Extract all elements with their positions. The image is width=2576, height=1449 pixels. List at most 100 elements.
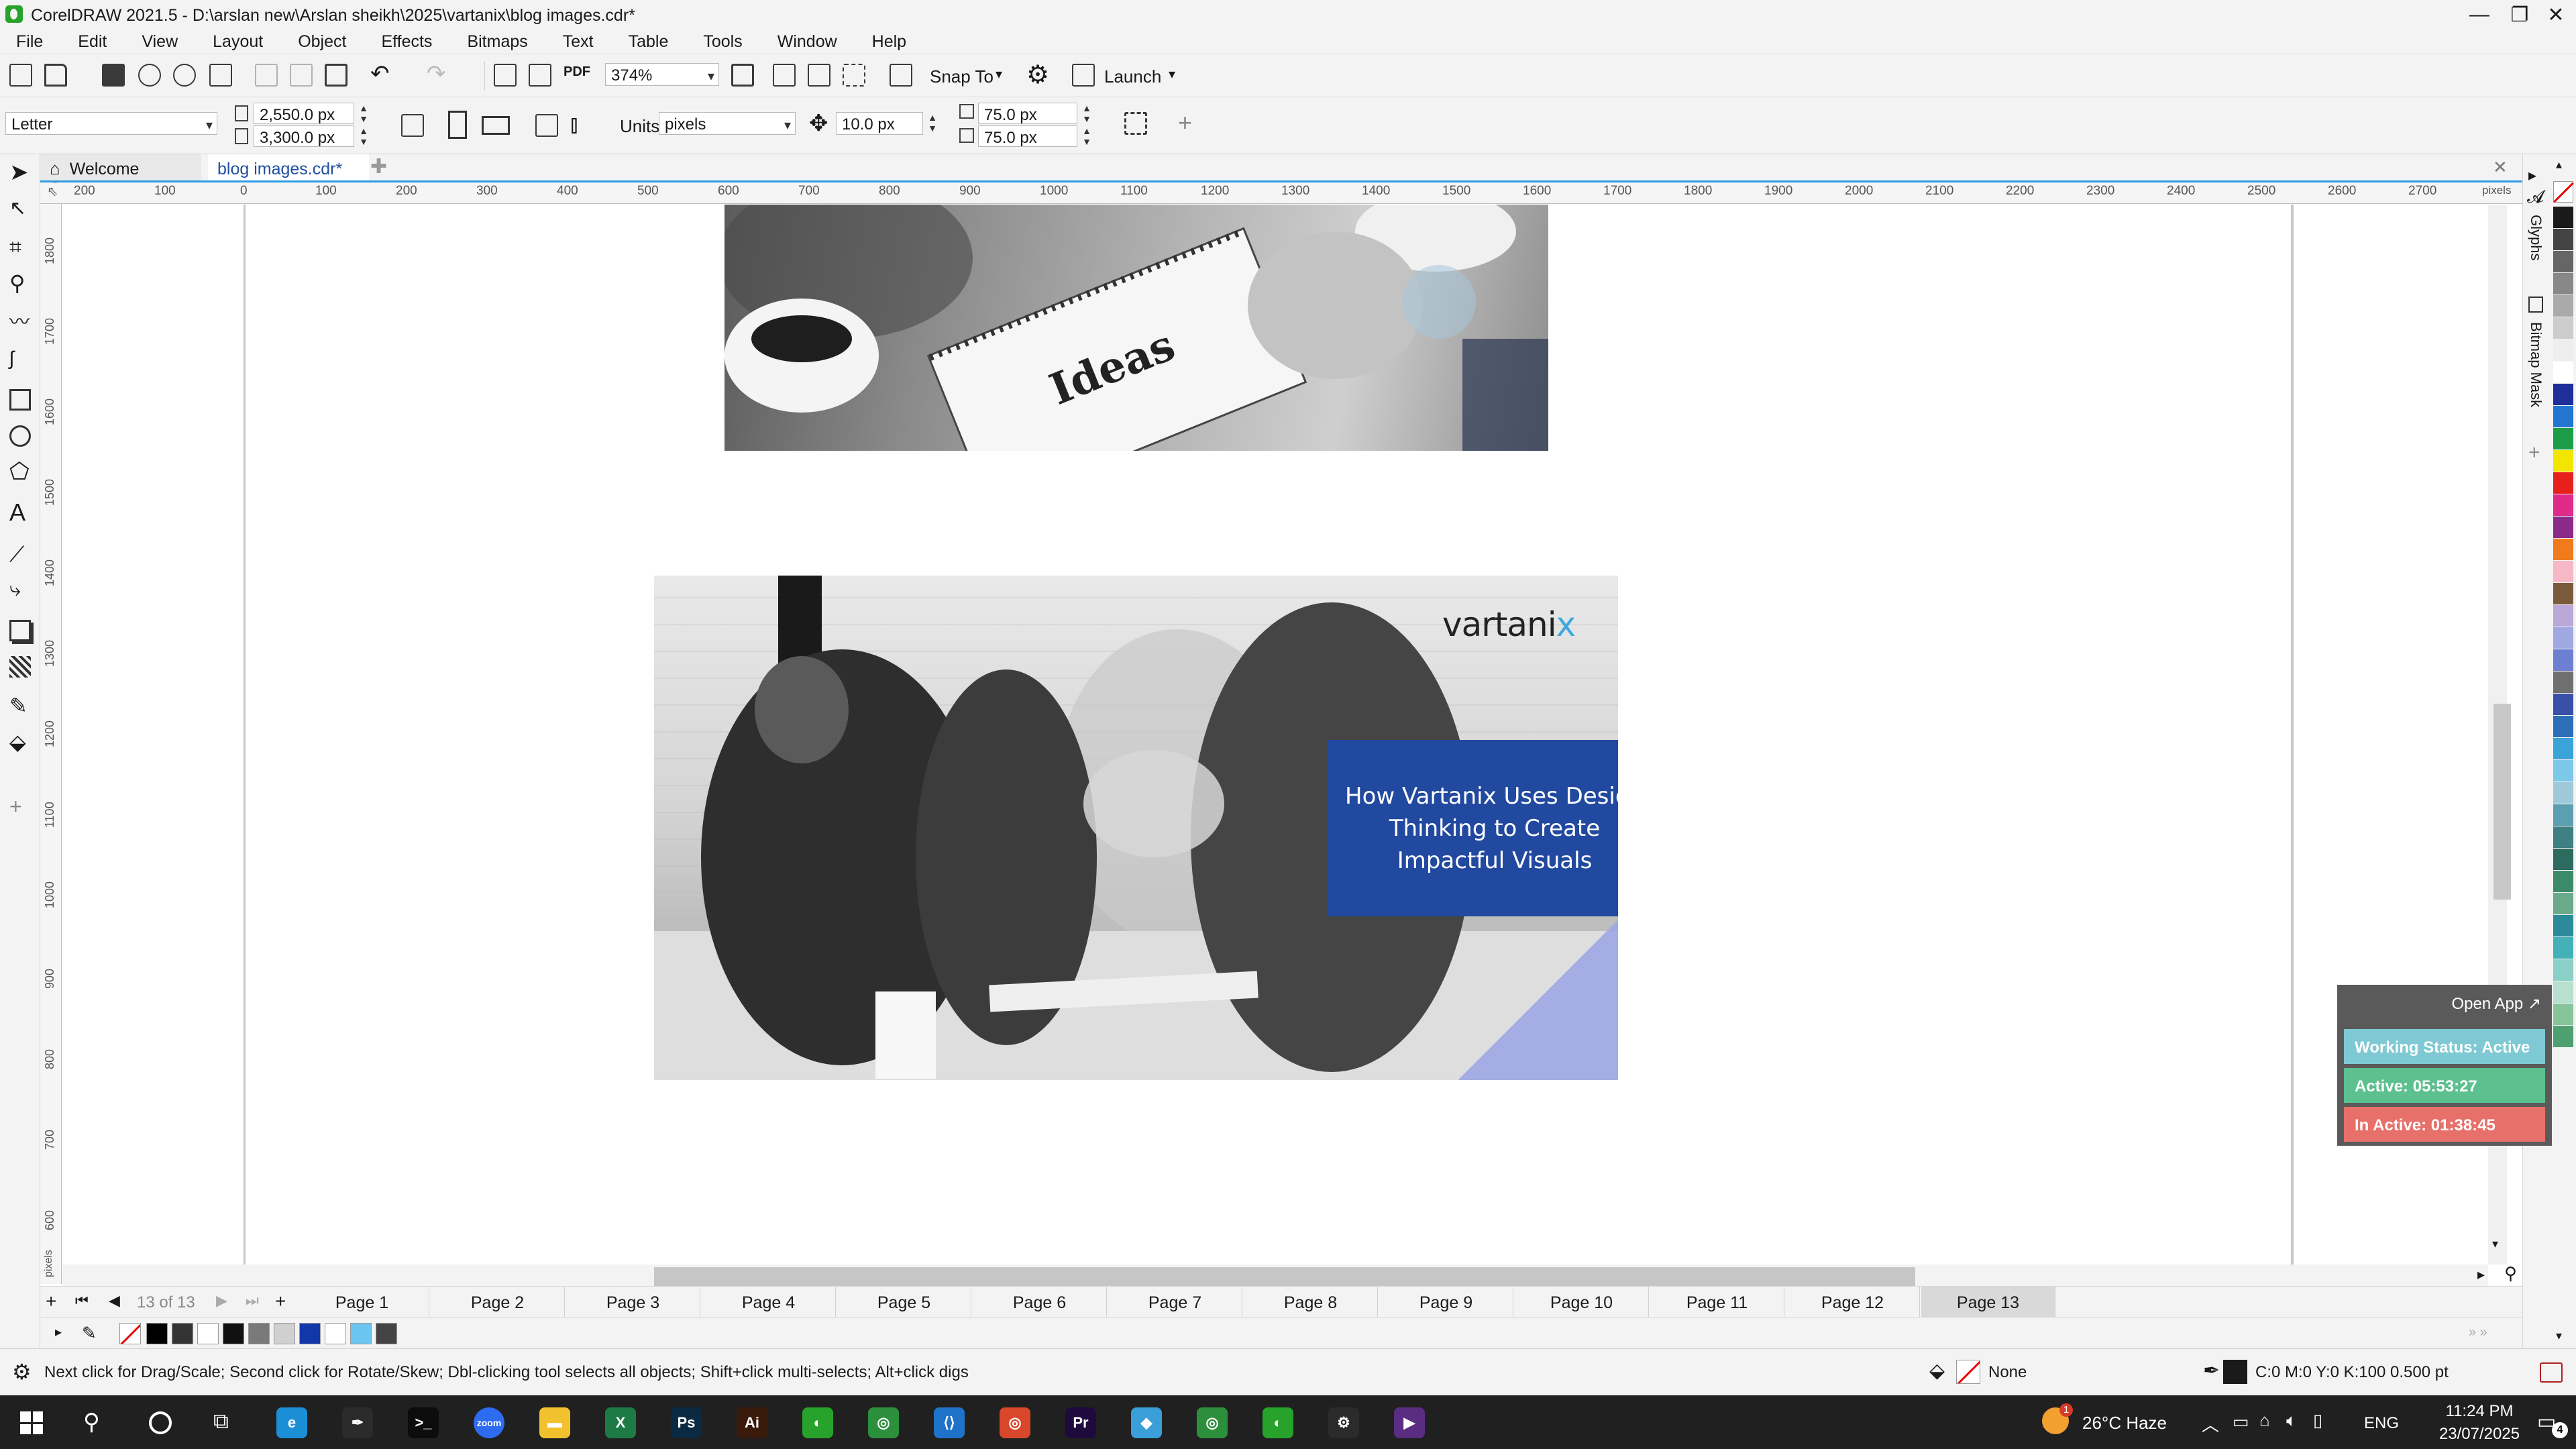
gear-icon[interactable]: ⚙ [1026, 62, 1049, 88]
close-button[interactable]: ✕ [2536, 0, 2576, 30]
menu-window[interactable]: Window [761, 32, 856, 52]
palette-swatch[interactable] [2553, 694, 2573, 715]
search-icon[interactable]: ⚲ [83, 1409, 100, 1436]
show-guidelines-icon[interactable] [843, 64, 865, 87]
freehand-tool-icon[interactable]: 〰 [9, 313, 31, 334]
open-app-link[interactable]: Open App ↗ [2451, 994, 2541, 1014]
palette-swatch[interactable] [2553, 428, 2573, 449]
page-tab-8[interactable]: Page 8 [1244, 1287, 1378, 1318]
document-swatch[interactable] [172, 1323, 193, 1344]
palette-swatch[interactable] [2553, 406, 2573, 427]
tray-battery-icon[interactable]: ▯ [2313, 1410, 2322, 1431]
export-icon[interactable] [529, 64, 551, 87]
taskbar-illustrator-icon[interactable]: Ai [737, 1407, 767, 1438]
gear-icon[interactable]: ⚙ [12, 1361, 32, 1383]
palette-swatch[interactable] [2553, 605, 2573, 627]
copy-icon[interactable] [290, 64, 313, 87]
apply-to-all-pages-icon[interactable] [535, 114, 558, 137]
menu-view[interactable]: View [125, 32, 197, 52]
cut-icon[interactable] [255, 64, 278, 87]
menu-text[interactable]: Text [547, 32, 612, 52]
palette-swatch[interactable] [2553, 384, 2573, 405]
menu-object[interactable]: Object [282, 32, 365, 52]
taskbar-coreldraw-icon[interactable]: ◐ [802, 1407, 833, 1438]
tray-volume-icon[interactable]: 🔈︎ [2286, 1410, 2297, 1432]
drop-shadow-icon[interactable] [9, 620, 31, 641]
taskbar-chrome-icon[interactable]: ◎ [868, 1407, 899, 1438]
palette-swatch[interactable] [2553, 295, 2573, 317]
page-tab-9[interactable]: Page 9 [1379, 1287, 1513, 1318]
page-tab-11[interactable]: Page 11 [1650, 1287, 1784, 1318]
document-swatch[interactable] [197, 1323, 219, 1344]
palette-swatch[interactable] [2553, 826, 2573, 848]
taskbar-settings-icon[interactable]: ⚙ [1328, 1407, 1359, 1438]
expand-dockers-icon[interactable]: ▸ [2528, 168, 2536, 184]
redo-icon[interactable]: ↷ [427, 62, 446, 85]
drawing-canvas[interactable]: Ideas vartanix How Vartanix Uses Design … [62, 205, 2488, 1265]
palette-down-icon[interactable]: ▾ [2556, 1330, 2562, 1342]
shape-tool-icon[interactable]: ↖ [9, 199, 31, 220]
blog-image-design-thinking[interactable]: vartanix How Vartanix Uses Design Thinki… [654, 576, 1618, 1080]
paste-icon[interactable] [325, 64, 347, 87]
menu-tools[interactable]: Tools [687, 32, 761, 52]
portrait-icon[interactable] [448, 111, 467, 139]
menu-help[interactable]: Help [856, 32, 925, 52]
first-page-icon[interactable]: ⏮ [75, 1293, 89, 1308]
page-width-input[interactable]: 2,550.0 px [254, 103, 354, 124]
no-color-swatch[interactable] [2553, 181, 2574, 203]
docker-tab-bitmap-mask[interactable]: Bitmap Mask [2527, 322, 2544, 407]
tray-meet-icon[interactable]: ▭ [2233, 1411, 2249, 1432]
cloud-upload-icon[interactable] [173, 64, 196, 87]
tray-chevron-icon[interactable]: ︿ [2202, 1411, 2219, 1436]
palette-swatch[interactable] [2553, 981, 2573, 1003]
menu-effects[interactable]: Effects [365, 32, 451, 52]
vertical-scrollbar-thumb[interactable] [2493, 704, 2511, 900]
launch-button[interactable]: Launch [1104, 68, 1161, 85]
weather-text[interactable]: 26°C Haze [2082, 1413, 2167, 1434]
palette-swatch[interactable] [2553, 672, 2573, 693]
taskbar-chrome-3-icon[interactable]: ◎ [1197, 1407, 1228, 1438]
nudge-distance-input[interactable]: 10.0 px [836, 112, 923, 135]
zoom-level-select[interactable]: 374% [605, 63, 719, 86]
print-icon[interactable] [209, 64, 232, 87]
taskbar-photoshop-icon[interactable]: Ps [671, 1407, 702, 1438]
rectangle-tool-icon[interactable] [9, 389, 31, 411]
docker-tab-glyphs[interactable]: Glyphs [2527, 215, 2544, 260]
palette-swatch[interactable] [2553, 273, 2573, 294]
page-tab-4[interactable]: Page 4 [702, 1287, 836, 1318]
taskbar-coreldraw-2-icon[interactable]: ◐ [1263, 1407, 1293, 1438]
cortana-icon[interactable] [149, 1411, 172, 1434]
horizontal-scrollbar[interactable]: ▸ ⚲ [62, 1265, 2517, 1286]
taskbar-terminal-icon[interactable]: >_ [408, 1407, 439, 1438]
eyedropper-icon[interactable]: ✎ [82, 1324, 97, 1342]
full-screen-icon[interactable] [731, 64, 754, 87]
cloud-icon[interactable] [138, 64, 161, 87]
undo-icon[interactable]: ↶ [370, 62, 390, 85]
nudge-spinner[interactable]: ▲ ▼ [926, 112, 939, 135]
save-icon[interactable] [102, 64, 125, 87]
menu-file[interactable]: File [0, 32, 62, 52]
palette-swatch[interactable] [2553, 959, 2573, 981]
palette-swatch[interactable] [2553, 494, 2573, 516]
taskbar-explorer-icon[interactable]: ▬ [539, 1407, 570, 1438]
palette-scroll-icon[interactable]: » » [2469, 1326, 2487, 1339]
zoom-tool-icon[interactable]: ⚲ [9, 272, 31, 294]
taskbar-app-diamond-icon[interactable]: ◆ [1131, 1407, 1162, 1438]
document-swatch[interactable] [350, 1323, 372, 1344]
open-folder-icon[interactable] [44, 64, 67, 87]
palette-swatch[interactable] [2553, 804, 2573, 826]
crop-tool-icon[interactable]: ⌗ [9, 236, 31, 258]
document-swatch[interactable] [299, 1323, 321, 1344]
tray-network-icon[interactable]: ⌂ [2259, 1410, 2270, 1431]
fill-none-swatch[interactable] [1956, 1360, 1980, 1384]
horizontal-scrollbar-thumb[interactable] [654, 1267, 1915, 1286]
parallel-dimension-icon[interactable]: ⟋ [9, 543, 31, 565]
alignment-guides-icon[interactable] [890, 64, 912, 87]
bar-chart-icon[interactable]: ⫾ [570, 112, 578, 136]
polygon-tool-icon[interactable]: ⬠ [9, 460, 31, 483]
artistic-media-icon[interactable]: ʃ [9, 349, 31, 370]
taskbar-zoom-icon[interactable]: zoom [474, 1407, 504, 1438]
duplicate-x-spinner[interactable]: ▲ ▼ [1080, 103, 1093, 125]
import-icon[interactable] [494, 64, 517, 87]
page-tab-12[interactable]: Page 12 [1786, 1287, 1920, 1318]
